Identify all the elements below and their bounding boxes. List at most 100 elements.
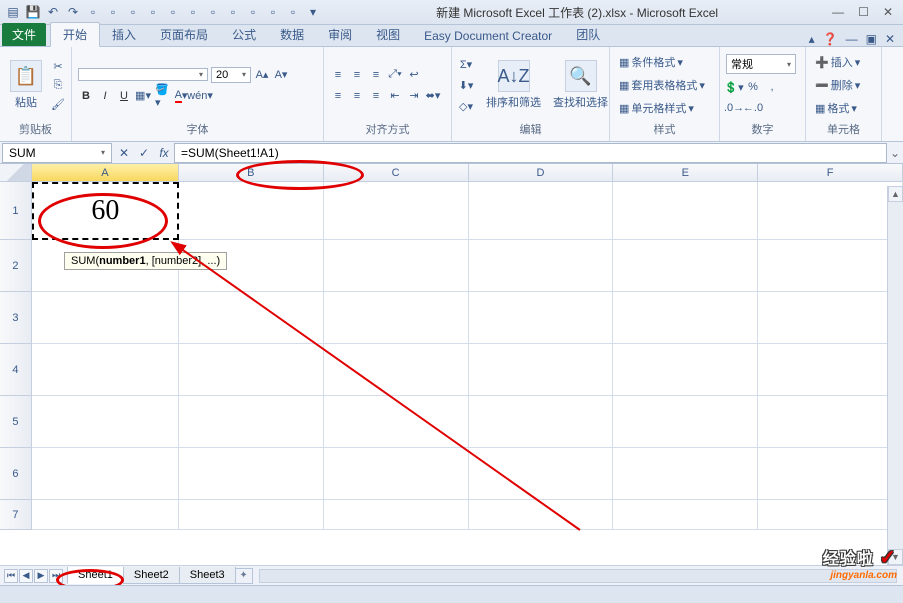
cell[interactable] xyxy=(469,344,614,396)
format-cells-button[interactable]: ▦格式▾ xyxy=(812,99,863,117)
wrap-text-icon[interactable]: ↩ xyxy=(406,67,422,83)
cell[interactable] xyxy=(32,448,179,500)
qat-icon[interactable]: ▫ xyxy=(204,3,222,21)
comma-icon[interactable]: , xyxy=(764,79,780,95)
sort-filter-button[interactable]: A↓Z 排序和筛选 xyxy=(482,58,545,112)
align-center-icon[interactable]: ≡ xyxy=(349,88,365,104)
sheet-nav-next-icon[interactable]: ▶ xyxy=(34,569,48,583)
col-header-c[interactable]: C xyxy=(324,164,469,181)
cell[interactable] xyxy=(324,448,469,500)
tab-layout[interactable]: 页面布局 xyxy=(148,23,220,46)
cell[interactable] xyxy=(613,500,758,530)
format-painter-icon[interactable]: 🖌 xyxy=(50,96,66,112)
cell[interactable] xyxy=(758,396,903,448)
row-header-2[interactable]: 2 xyxy=(0,240,32,292)
minimize-icon[interactable]: — xyxy=(832,5,844,19)
cell[interactable] xyxy=(469,448,614,500)
percent-icon[interactable]: % xyxy=(745,79,761,95)
cell[interactable] xyxy=(613,344,758,396)
underline-button[interactable]: U xyxy=(116,88,132,104)
qat-icon[interactable]: ▫ xyxy=(104,3,122,21)
decrease-decimal-icon[interactable]: ←.0 xyxy=(745,100,761,116)
help-icon[interactable]: ❓ xyxy=(823,32,838,46)
sheet-nav-first-icon[interactable]: ⏮ xyxy=(4,569,18,583)
cell[interactable] xyxy=(469,396,614,448)
row-header-6[interactable]: 6 xyxy=(0,448,32,500)
cut-icon[interactable]: ✂ xyxy=(50,58,66,74)
decrease-indent-icon[interactable]: ⇤ xyxy=(387,88,403,104)
row-header-4[interactable]: 4 xyxy=(0,344,32,396)
maximize-icon[interactable]: ☐ xyxy=(858,5,869,19)
close-icon[interactable]: ✕ xyxy=(883,5,893,19)
conditional-format-button[interactable]: ▦条件格式▾ xyxy=(616,53,708,71)
sheet-nav-last-icon[interactable]: ⏭ xyxy=(49,569,63,583)
cell[interactable] xyxy=(758,344,903,396)
border-button[interactable]: ▦▾ xyxy=(135,88,151,104)
qat-icon[interactable]: ▫ xyxy=(284,3,302,21)
cell[interactable] xyxy=(324,500,469,530)
align-right-icon[interactable]: ≡ xyxy=(368,88,384,104)
currency-icon[interactable]: 💲▾ xyxy=(726,79,742,95)
insert-cells-button[interactable]: ➕插入▾ xyxy=(812,53,863,71)
col-header-a[interactable]: A xyxy=(32,164,179,181)
align-top-icon[interactable]: ≡ xyxy=(330,67,346,83)
fill-icon[interactable]: ⬇▾ xyxy=(458,77,474,93)
cell[interactable] xyxy=(758,292,903,344)
cell[interactable] xyxy=(758,182,903,240)
italic-button[interactable]: I xyxy=(97,88,113,104)
table-format-button[interactable]: ▦套用表格格式▾ xyxy=(616,76,708,94)
orientation-icon[interactable]: ⤢▾ xyxy=(387,67,403,83)
cell[interactable] xyxy=(32,500,179,530)
merge-button[interactable]: ⬌▾ xyxy=(425,88,441,104)
enter-formula-icon[interactable]: ✓ xyxy=(134,143,154,163)
row-header-7[interactable]: 7 xyxy=(0,500,32,530)
align-bottom-icon[interactable]: ≡ xyxy=(368,67,384,83)
redo-icon[interactable]: ↷ xyxy=(64,3,82,21)
save-icon[interactable]: 💾 xyxy=(24,3,42,21)
decrease-font-icon[interactable]: A▾ xyxy=(273,67,289,83)
cell[interactable] xyxy=(179,448,324,500)
doc-restore-icon[interactable]: ▣ xyxy=(866,32,877,46)
cell[interactable] xyxy=(324,182,469,240)
cell[interactable] xyxy=(32,396,179,448)
phonetic-button[interactable]: wén▾ xyxy=(192,88,208,104)
autosum-icon[interactable]: Σ▾ xyxy=(458,56,474,72)
cell[interactable] xyxy=(613,396,758,448)
tab-formulas[interactable]: 公式 xyxy=(220,23,268,46)
font-size-combo[interactable]: 20▾ xyxy=(211,67,251,83)
cell[interactable] xyxy=(613,240,758,292)
tab-home[interactable]: 开始 xyxy=(50,22,100,47)
insert-function-icon[interactable]: fx xyxy=(154,143,174,163)
tab-file[interactable]: 文件 xyxy=(2,23,46,46)
row-header-3[interactable]: 3 xyxy=(0,292,32,344)
cell[interactable] xyxy=(469,240,614,292)
doc-close-icon[interactable]: ✕ xyxy=(885,32,895,46)
cell[interactable] xyxy=(32,292,179,344)
increase-indent-icon[interactable]: ⇥ xyxy=(406,88,422,104)
tab-insert[interactable]: 插入 xyxy=(100,23,148,46)
formula-input[interactable]: =SUM(Sheet1!A1) xyxy=(174,143,887,163)
cell[interactable] xyxy=(32,344,179,396)
col-header-e[interactable]: E xyxy=(613,164,758,181)
tab-review[interactable]: 审阅 xyxy=(316,23,364,46)
cell-style-button[interactable]: ▦单元格样式▾ xyxy=(616,99,708,117)
cell[interactable] xyxy=(758,240,903,292)
cell[interactable] xyxy=(469,500,614,530)
font-family-combo[interactable]: ▾ xyxy=(78,68,208,81)
number-format-combo[interactable]: 常规▾ xyxy=(726,54,796,74)
row-header-1[interactable]: 1 xyxy=(0,182,32,240)
cell[interactable] xyxy=(324,240,469,292)
sheet-nav-prev-icon[interactable]: ◀ xyxy=(19,569,33,583)
qat-icon[interactable]: ▫ xyxy=(144,3,162,21)
copy-icon[interactable]: ⎘ xyxy=(50,77,66,93)
tab-data[interactable]: 数据 xyxy=(268,23,316,46)
tab-team[interactable]: 团队 xyxy=(564,23,612,46)
bold-button[interactable]: B xyxy=(78,88,94,104)
cell[interactable] xyxy=(179,396,324,448)
cell[interactable] xyxy=(179,500,324,530)
cancel-formula-icon[interactable]: ✕ xyxy=(114,143,134,163)
cell[interactable] xyxy=(324,292,469,344)
col-header-b[interactable]: B xyxy=(179,164,324,181)
col-header-d[interactable]: D xyxy=(469,164,614,181)
cell[interactable] xyxy=(179,292,324,344)
